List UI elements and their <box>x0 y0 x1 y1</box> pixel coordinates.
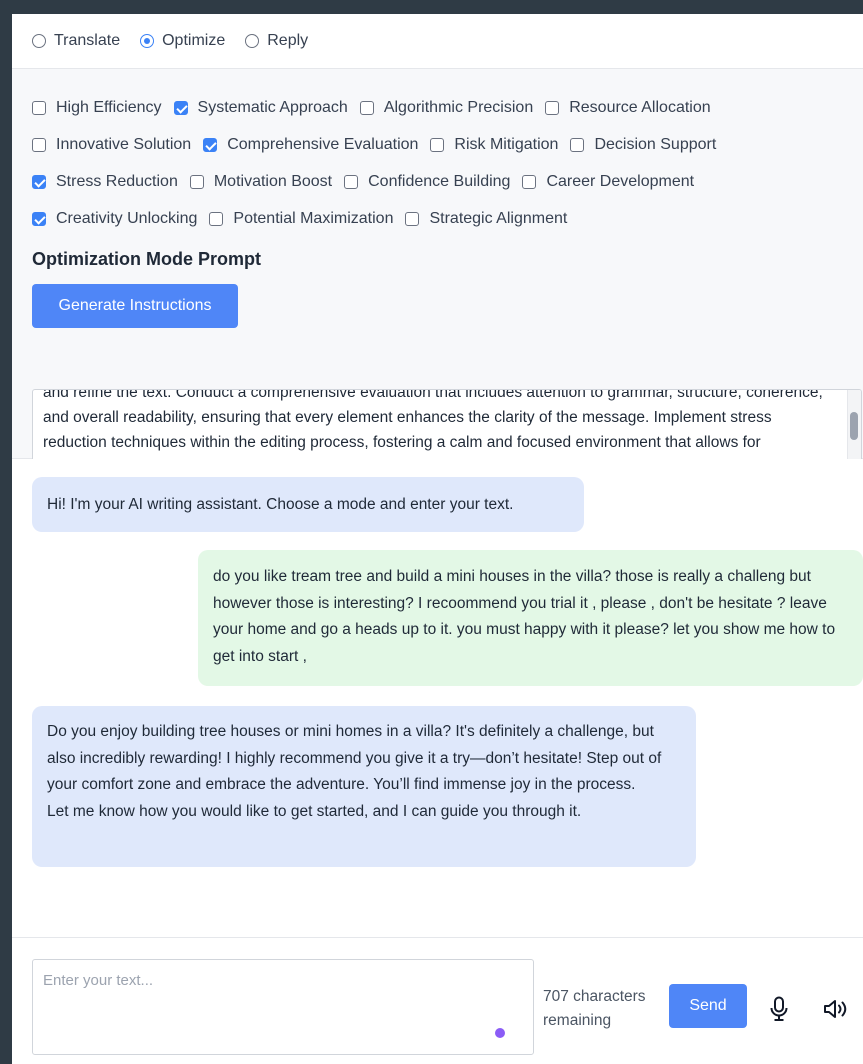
chat-history: Hi! I'm your AI writing assistant. Choos… <box>12 459 863 937</box>
option-motivation-boost-label: Motivation Boost <box>213 172 333 190</box>
option-potential-maximization-label: Potential Maximization <box>233 209 394 227</box>
option-confidence-building-checkbox[interactable] <box>344 174 359 189</box>
mode-translate[interactable]: Translate <box>32 32 120 50</box>
option-creativity-unlocking-label: Creativity Unlocking <box>56 209 198 227</box>
speaker-icon[interactable] <box>823 994 849 1024</box>
generate-instructions-button[interactable]: Generate Instructions <box>32 284 238 328</box>
option-comprehensive-evaluation[interactable]: Comprehensive Evaluation <box>203 136 418 154</box>
chat-message-text: do you like tream tree and build a mini … <box>213 568 836 665</box>
microphone-icon[interactable] <box>766 994 792 1024</box>
mode-optimize-label: Optimize <box>162 32 226 49</box>
option-algorithmic-precision-label: Algorithmic Precision <box>383 98 534 116</box>
option-innovative-solution-label: Innovative Solution <box>56 135 192 153</box>
mode-selector: Translate Optimize Reply <box>12 14 863 69</box>
optimization-options: High Efficiency Systematic Approach Algori… <box>12 69 863 486</box>
mode-reply-label: Reply <box>267 32 309 49</box>
chat-message-user: do you like tream tree and build a mini … <box>198 550 863 686</box>
option-decision-support[interactable]: Decision Support <box>570 136 716 154</box>
option-creativity-unlocking-checkbox[interactable] <box>32 211 46 226</box>
option-comprehensive-evaluation-label: Comprehensive Evaluation <box>227 135 419 153</box>
mode-translate-radio[interactable] <box>32 34 46 48</box>
option-resource-allocation-label: Resource Allocation <box>569 98 711 116</box>
option-risk-mitigation[interactable]: Risk Mitigation <box>430 136 558 154</box>
option-stress-reduction-label: Stress Reduction <box>56 172 178 190</box>
option-strategic-alignment-label: Strategic Alignment <box>429 209 568 227</box>
mode-optimize-radio[interactable] <box>140 34 155 48</box>
option-strategic-alignment-checkbox[interactable] <box>405 211 420 226</box>
grammar-assistant-icon[interactable] <box>495 1028 505 1038</box>
option-row: High Efficiency Systematic Approach Algori… <box>32 89 843 126</box>
option-stress-reduction[interactable]: Stress Reduction <box>32 173 178 191</box>
option-confidence-building[interactable]: Confidence Building <box>344 173 510 191</box>
option-innovative-solution[interactable]: Innovative Solution <box>32 136 191 154</box>
option-row: Innovative Solution Comprehensive Evaluat… <box>32 126 843 163</box>
option-decision-support-label: Decision Support <box>594 135 717 153</box>
option-career-development-label: Career Development <box>546 172 695 190</box>
option-career-development-checkbox[interactable] <box>522 174 537 189</box>
message-input[interactable] <box>32 959 534 1055</box>
option-resource-allocation[interactable]: Resource Allocation <box>545 98 711 117</box>
option-algorithmic-precision-checkbox[interactable] <box>359 100 374 115</box>
prompt-title: Optimization Mode Prompt <box>32 249 261 269</box>
option-risk-mitigation-checkbox[interactable] <box>430 137 445 152</box>
option-potential-maximization-checkbox[interactable] <box>209 211 224 226</box>
option-systematic-approach[interactable]: Systematic Approach <box>173 98 348 117</box>
option-risk-mitigation-label: Risk Mitigation <box>454 135 559 153</box>
option-career-development[interactable]: Career Development <box>522 173 694 191</box>
chat-message-text: Do you enjoy building tree houses or min… <box>47 723 662 820</box>
composer: 707 characters remaining Send <box>12 937 863 1064</box>
option-decision-support-checkbox[interactable] <box>570 137 585 152</box>
option-motivation-boost-checkbox[interactable] <box>189 174 204 189</box>
chat-message-ai: Hi! I'm your AI writing assistant. Choos… <box>32 477 584 532</box>
mode-reply-radio[interactable] <box>245 34 260 48</box>
option-innovative-solution-checkbox[interactable] <box>32 137 46 152</box>
option-high-efficiency-checkbox[interactable] <box>32 100 46 115</box>
option-resource-allocation-checkbox[interactable] <box>545 100 560 115</box>
mode-reply[interactable]: Reply <box>245 32 308 50</box>
mode-translate-label: Translate <box>54 32 121 49</box>
option-strategic-alignment[interactable]: Strategic Alignment <box>405 210 567 228</box>
option-high-efficiency[interactable]: High Efficiency <box>32 99 162 117</box>
option-checkbox-list: High Efficiency Systematic Approach Algori… <box>32 89 843 237</box>
char-count: 707 characters remaining <box>543 988 646 1029</box>
option-high-efficiency-label: High Efficiency <box>56 98 162 116</box>
chat-message-ai: Do you enjoy building tree houses or min… <box>32 706 696 867</box>
mode-optimize[interactable]: Optimize <box>140 32 225 50</box>
option-confidence-building-label: Confidence Building <box>368 172 511 190</box>
option-potential-maximization[interactable]: Potential Maximization <box>209 210 393 228</box>
option-comprehensive-evaluation-checkbox[interactable] <box>203 137 218 152</box>
option-row: Stress Reduction Motivation Boost Confiden… <box>32 163 843 200</box>
option-motivation-boost[interactable]: Motivation Boost <box>189 172 333 191</box>
app-panel: Translate Optimize Reply High Efficiency… <box>12 14 863 1064</box>
option-stress-reduction-checkbox[interactable] <box>32 174 46 189</box>
option-algorithmic-precision[interactable]: Algorithmic Precision <box>359 98 534 117</box>
prompt-scrollbar-thumb[interactable] <box>850 412 858 440</box>
option-creativity-unlocking[interactable]: Creativity Unlocking <box>32 210 197 228</box>
send-button[interactable]: Send <box>669 984 747 1028</box>
option-row: Creativity Unlocking Potential Maximizati… <box>32 200 843 237</box>
option-systematic-approach-checkbox[interactable] <box>173 100 188 115</box>
option-systematic-approach-label: Systematic Approach <box>197 98 348 116</box>
chat-message-text: Hi! I'm your AI writing assistant. Choos… <box>47 496 514 513</box>
